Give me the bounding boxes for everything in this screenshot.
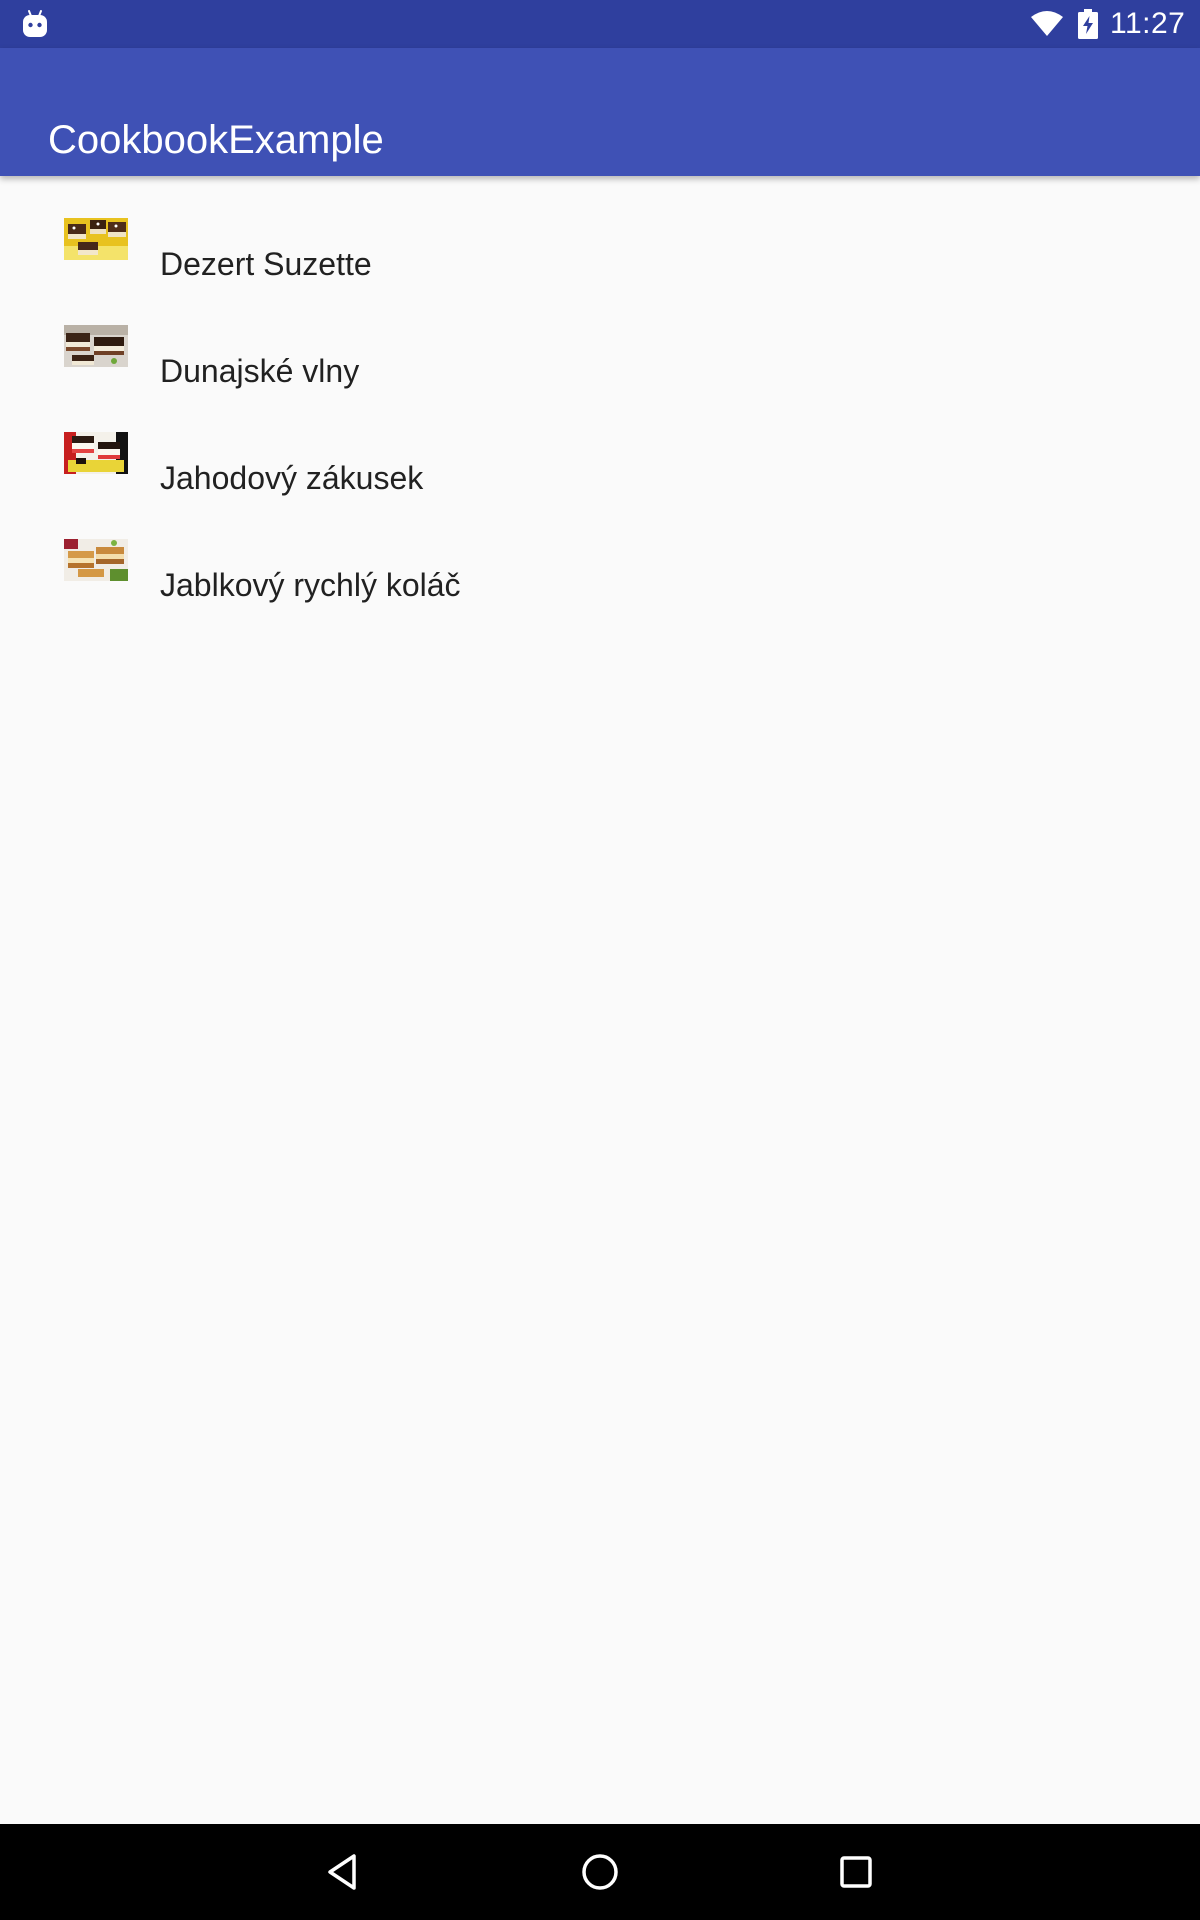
- recipe-list[interactable]: Dezert Suzette Dunajské vlny Jahodový zá…: [0, 176, 1200, 646]
- status-bar: 11:27: [0, 0, 1200, 48]
- recipe-name: Jablkový rychlý koláč: [160, 567, 461, 603]
- recipe-name: Dunajské vlny: [160, 353, 360, 389]
- dessert-thumbnail-image: [64, 218, 128, 260]
- android-icon: [23, 10, 47, 37]
- dessert-thumbnail-image: [64, 539, 128, 581]
- recipe-name: Jahodový zákusek: [160, 460, 424, 496]
- dessert-thumbnail-image: [64, 325, 128, 367]
- dessert-thumbnail-image: [64, 432, 128, 474]
- status-clock: 11:27: [1110, 7, 1186, 40]
- recipe-list-item[interactable]: Dunajské vlny: [0, 325, 1200, 432]
- navigation-bar: [0, 1824, 1200, 1920]
- recents-icon[interactable]: [832, 1848, 880, 1896]
- wifi-icon: [1031, 11, 1063, 36]
- app-title: CookbookExample: [48, 117, 384, 162]
- recipe-list-item[interactable]: Dezert Suzette: [0, 218, 1200, 325]
- battery-charging-icon: [1078, 9, 1098, 39]
- app-bar: CookbookExample: [0, 48, 1200, 176]
- recipe-list-item[interactable]: Jahodový zákusek: [0, 432, 1200, 539]
- back-icon[interactable]: [320, 1848, 368, 1896]
- recipe-name: Dezert Suzette: [160, 246, 372, 282]
- recipe-list-item[interactable]: Jablkový rychlý koláč: [0, 539, 1200, 646]
- home-icon[interactable]: [576, 1848, 624, 1896]
